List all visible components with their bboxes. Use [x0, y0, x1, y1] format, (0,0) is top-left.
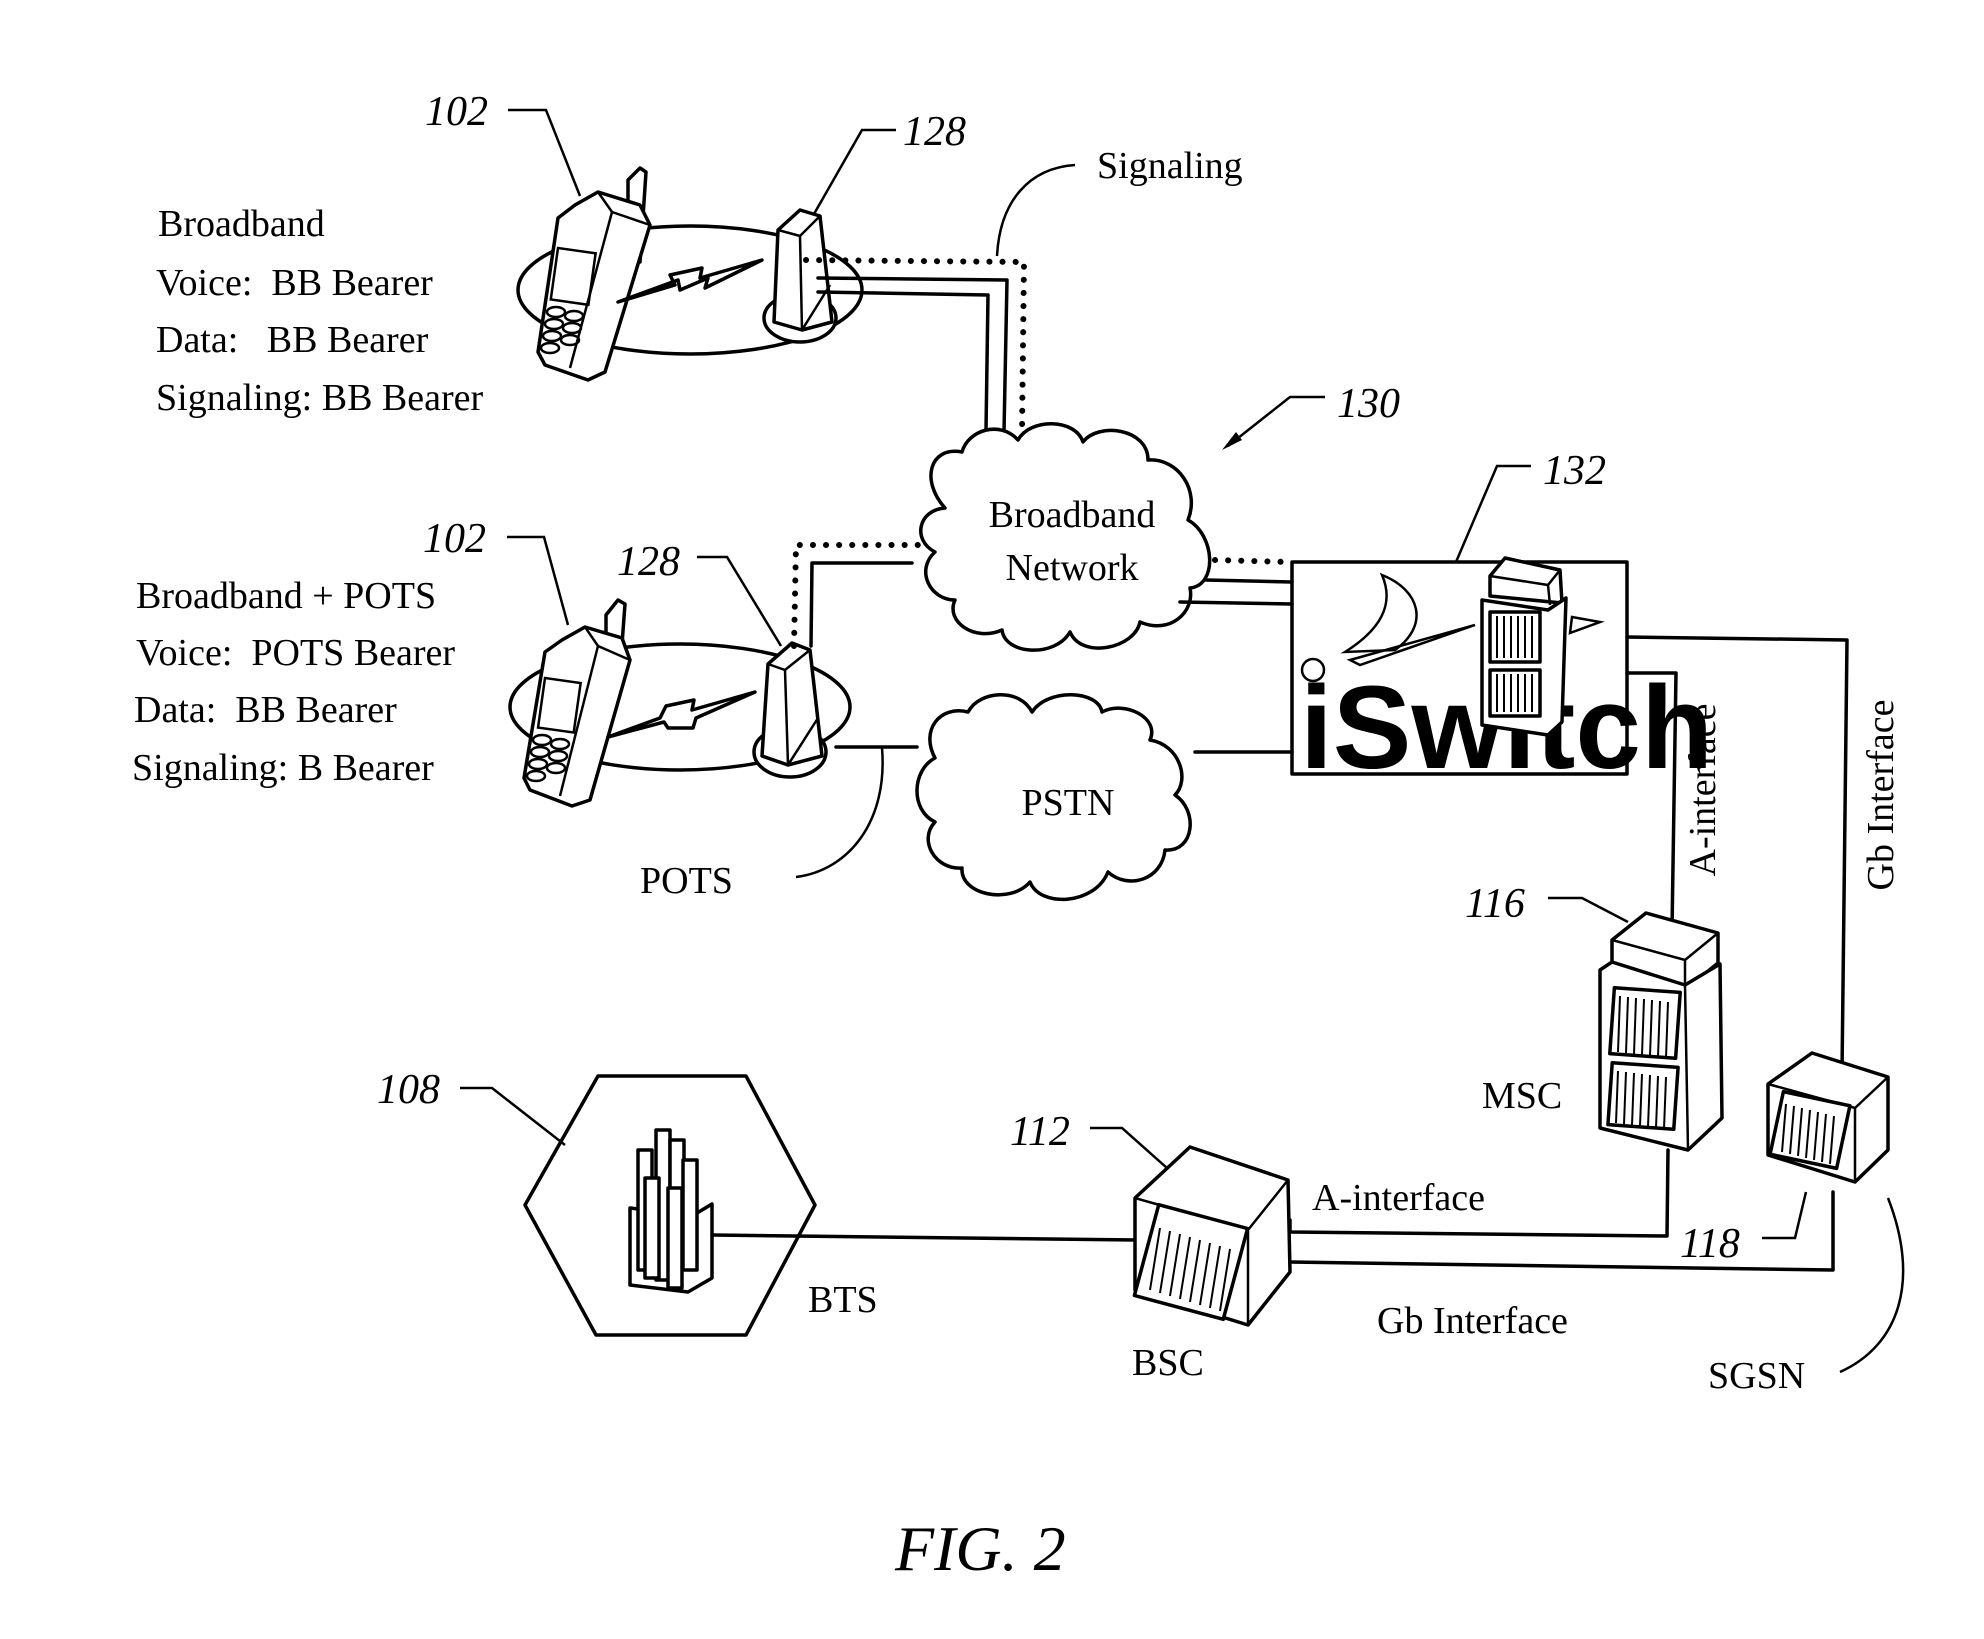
bottom-tower-ref: 128 [617, 539, 680, 585]
bsc-ref: 112 [1010, 1109, 1070, 1155]
bottom-bearer-link [809, 561, 914, 648]
iswitch-sgsn-gb-interface-label: Gb Interface [1860, 700, 1902, 891]
svg-text:Broadband: Broadband [158, 203, 325, 245]
svg-text:Signaling: B Bearer: Signaling: B Bearer [132, 747, 434, 789]
svg-text:Data: BB Bearer: Data: BB Bearer [134, 689, 397, 731]
iswitch-server-icon [1480, 556, 1568, 737]
bb-iswitch-bearer-link-lower [1178, 600, 1294, 606]
bts-label: BTS [808, 1279, 878, 1321]
svg-text:Data: BB Bearer: Data: BB Bearer [156, 319, 429, 361]
pstn-cloud: PSTN [915, 693, 1192, 902]
bottom-site: 102 128 Broadband + POTS Voice: POTS Bea… [132, 516, 921, 902]
top-phone-ref: 102 [425, 89, 488, 135]
bsc-label: BSC [1132, 1342, 1204, 1384]
top-site-description: Broadband Voice: BB Bearer Data: BB Bear… [156, 203, 484, 419]
broadband-network-cloud: Broadband Network [919, 422, 1212, 652]
sgsn-label: SGSN [1708, 1355, 1805, 1397]
iswitch-ref: 132 [1543, 448, 1606, 494]
signaling-label: Signaling [1097, 145, 1243, 187]
network-ref-arrowhead [1222, 432, 1242, 450]
msc-label: MSC [1482, 1075, 1562, 1117]
svg-text:Network: Network [1006, 547, 1139, 589]
iswitch-node: iSwitch [1290, 556, 1713, 794]
svg-text:Broadband + POTS: Broadband + POTS [136, 575, 436, 617]
top-tower-icon [762, 208, 838, 344]
bsc-node: 112 BSC [1010, 1109, 1292, 1384]
bsc-msc-a-interface-label: A-interface [1312, 1177, 1485, 1219]
bb-iswitch-signaling-link [1212, 557, 1291, 565]
svg-text:Voice: BB Bearer: Voice: BB Bearer [156, 262, 433, 304]
svg-text:Signaling: BB Bearer: Signaling: BB Bearer [156, 377, 484, 419]
top-site: 102 128 Broadband Voice: BB Bearer Data:… [156, 89, 1243, 435]
bottom-phone-icon [522, 598, 632, 808]
iswitch-msc-a-interface-label: A-interface [1682, 704, 1724, 877]
svg-text:Voice: POTS Bearer: Voice: POTS Bearer [136, 632, 455, 674]
bts-node: 108 BTS [377, 1067, 878, 1337]
figure-caption: FIG. 2 [894, 1513, 1066, 1584]
bottom-phone-ref: 102 [423, 516, 486, 562]
network-architecture-diagram: 102 128 Broadband Voice: BB Bearer Data:… [132, 89, 1905, 1584]
bsc-sgsn-gb-interface-label: Gb Interface [1377, 1300, 1568, 1342]
bottom-site-description: Broadband + POTS Voice: POTS Bearer Data… [132, 575, 455, 789]
svg-text:Broadband: Broadband [989, 494, 1156, 536]
msc-node: MSC 116 [1465, 881, 1724, 1152]
bts-ref: 108 [377, 1067, 440, 1113]
msc-ref: 116 [1465, 881, 1525, 927]
top-tower-ref: 128 [903, 109, 966, 155]
network-ref: 130 [1337, 381, 1400, 427]
sgsn-ref: 118 [1680, 1221, 1740, 1267]
bb-iswitch-bearer-link-upper [1204, 578, 1294, 584]
svg-text:PSTN: PSTN [1022, 782, 1115, 824]
pots-label: POTS [640, 860, 733, 902]
